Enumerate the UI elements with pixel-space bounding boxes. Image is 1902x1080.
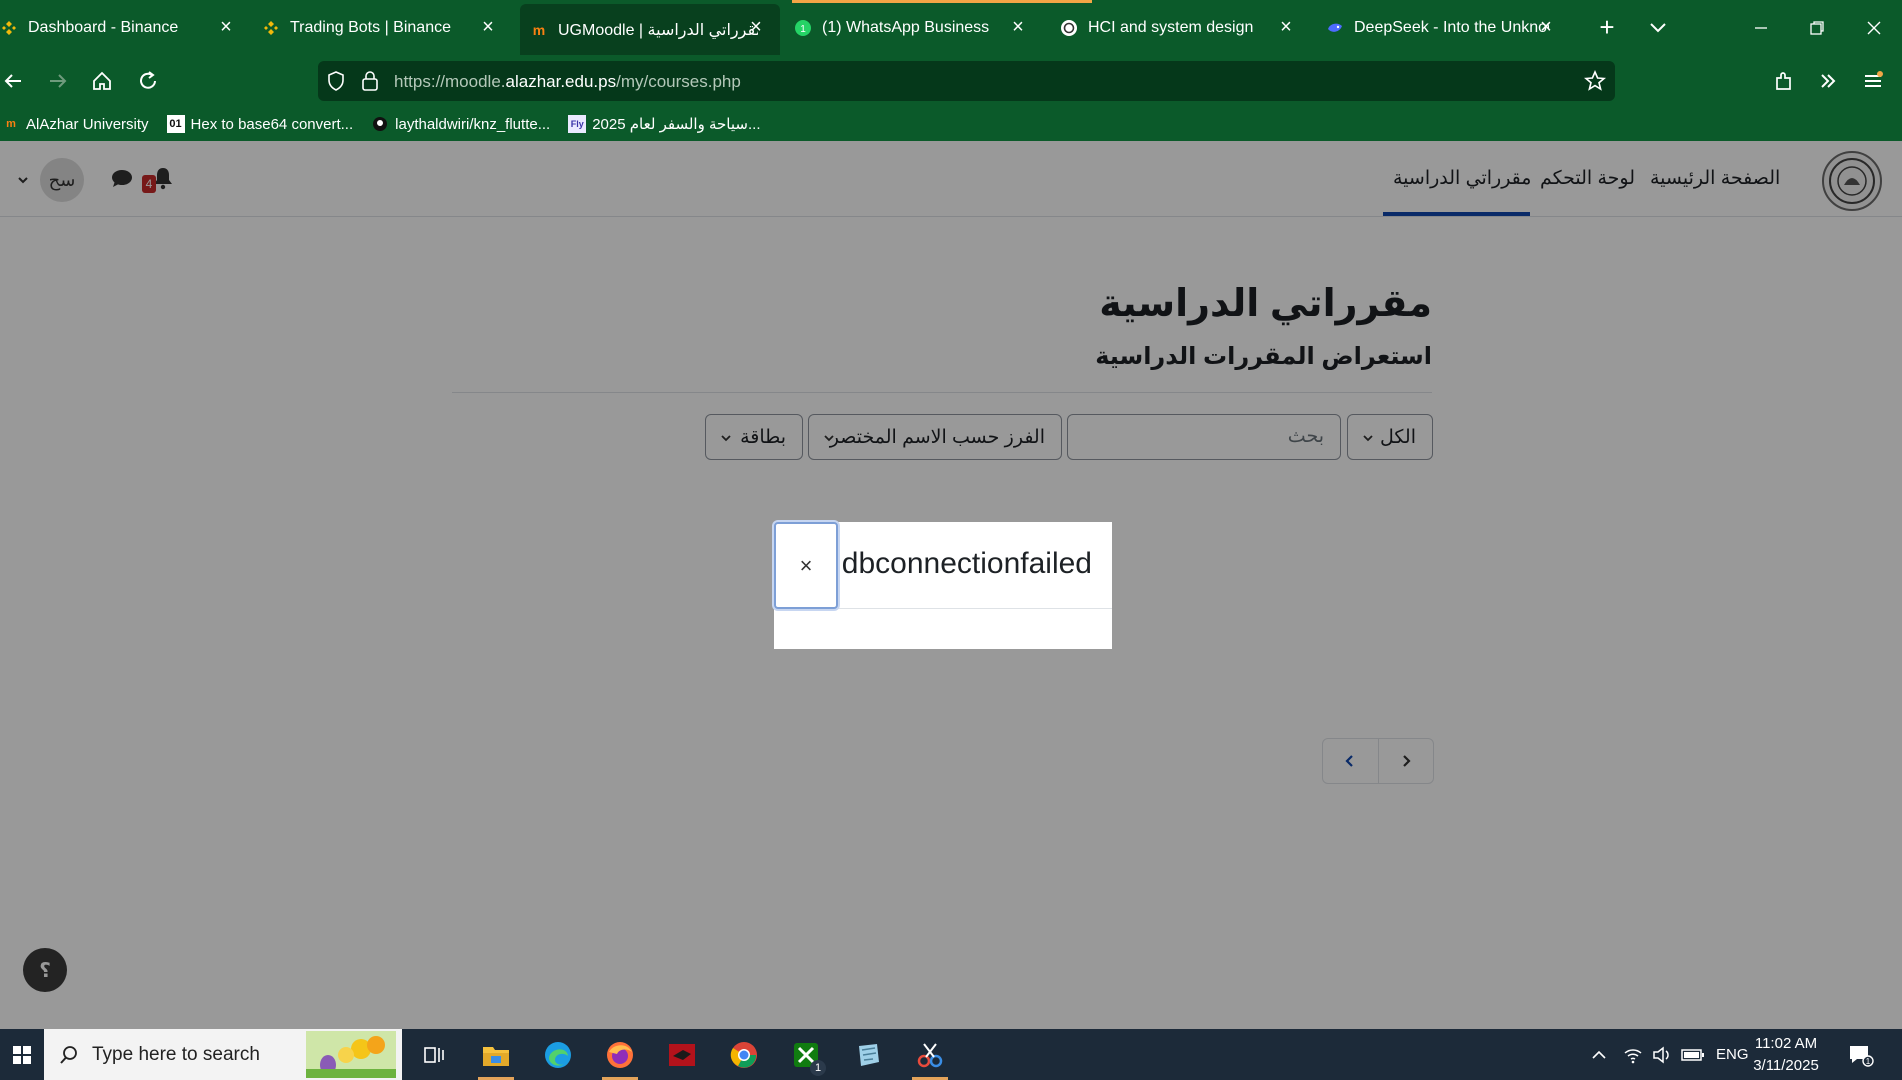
- battery-icon[interactable]: [1681, 1029, 1705, 1080]
- binance-icon: [0, 19, 18, 37]
- taskbar-search[interactable]: Type here to search: [44, 1029, 402, 1080]
- hex-icon: 01: [166, 115, 185, 133]
- tab-title: UGMoodle | مقرراتي الدراسية: [558, 21, 758, 39]
- modal-close-button[interactable]: ×: [774, 522, 838, 609]
- clock-date: 3/11/2025: [1753, 1057, 1819, 1074]
- url-prefix: https://moodle.: [394, 72, 506, 91]
- snipping-tool-icon[interactable]: [908, 1033, 952, 1080]
- menu-icon[interactable]: [1857, 65, 1889, 97]
- tab-hci-design[interactable]: HCI and system design ×: [1060, 0, 1310, 55]
- tab-moodle-courses[interactable]: m UGMoodle | مقرراتي الدراسية ×: [520, 4, 780, 55]
- bookmark-alazhar[interactable]: m AlAzhar University: [2, 115, 149, 133]
- clock[interactable]: 11:02 AM 3/11/2025: [1746, 1033, 1826, 1077]
- spring-flowers-icon: [306, 1031, 396, 1078]
- tab-whatsapp[interactable]: 1 (1) WhatsApp Business ×: [792, 0, 1042, 55]
- back-arrow-icon[interactable]: [0, 65, 29, 97]
- close-icon[interactable]: ×: [746, 17, 766, 37]
- tab-title: DeepSeek - Into the Unknown: [1354, 18, 1549, 36]
- bookmark-label: laythaldwiri/knz_flutte...: [395, 115, 551, 133]
- moodle-page: الصفحة الرئيسية لوحة التحكم مقرراتي الدر…: [0, 141, 1902, 1029]
- close-icon[interactable]: ×: [1008, 17, 1028, 37]
- bookmark-hex-to-base64[interactable]: 01 Hex to base64 convert...: [166, 115, 354, 133]
- url-path: /my/courses.php: [616, 72, 741, 91]
- firefox-icon[interactable]: [598, 1033, 642, 1080]
- browser-nav-bar: https://moodle.alazhar.edu.ps/my/courses…: [0, 55, 1902, 107]
- tab-list-chevron-down-icon[interactable]: [1645, 14, 1671, 40]
- windows-taskbar: Type here to search 1 ENG 11:02 AM 3/11/…: [0, 1029, 1902, 1080]
- browser-tab-bar: Dashboard - Binance × Trading Bots | Bin…: [0, 0, 1902, 55]
- notification-center-icon[interactable]: 1: [1848, 1029, 1874, 1080]
- lock-icon[interactable]: [360, 70, 380, 92]
- tab-title: Dashboard - Binance: [28, 18, 179, 36]
- file-explorer-icon[interactable]: [474, 1033, 518, 1080]
- url-bar[interactable]: https://moodle.alazhar.edu.ps/my/courses…: [318, 61, 1615, 101]
- close-icon[interactable]: ×: [478, 17, 498, 37]
- reload-icon[interactable]: [132, 65, 164, 97]
- wifi-icon[interactable]: [1623, 1029, 1643, 1080]
- modal-title: dbconnectionfailed: [841, 547, 1092, 580]
- volume-icon[interactable]: [1652, 1029, 1672, 1080]
- search-icon: [58, 1044, 80, 1066]
- tab-deepseek[interactable]: DeepSeek - Into the Unknown ×: [1326, 0, 1576, 55]
- app-badge: 1: [810, 1060, 826, 1076]
- tray-chevron-up-icon[interactable]: [1590, 1029, 1608, 1080]
- home-icon[interactable]: [86, 65, 118, 97]
- bookmark-label: AlAzhar University: [26, 115, 149, 133]
- chatgpt-icon: [1060, 19, 1078, 37]
- fly-icon: Fly: [568, 115, 587, 133]
- modal-header: × dbconnectionfailed: [774, 522, 1112, 609]
- bookmark-travel-2025[interactable]: Fly 2025 سياحة والسفر لعام...: [568, 115, 761, 133]
- svg-text:1: 1: [800, 24, 806, 35]
- edge-icon[interactable]: [536, 1033, 580, 1077]
- notepad-icon[interactable]: [846, 1033, 890, 1077]
- tab-trading-bots[interactable]: Trading Bots | Binance ×: [262, 0, 512, 55]
- bookmarks-bar: m AlAzhar University 01 Hex to base64 co…: [0, 107, 1902, 141]
- window-close-icon[interactable]: [1846, 8, 1902, 48]
- github-icon: [371, 115, 389, 133]
- moodle-icon: m: [532, 21, 546, 38]
- moodle-icon: m: [6, 118, 16, 130]
- clock-time: 11:02 AM: [1754, 1035, 1818, 1052]
- tab-title: (1) WhatsApp Business: [822, 18, 990, 36]
- close-icon[interactable]: ×: [1536, 17, 1556, 37]
- deepseek-icon: [1326, 19, 1344, 37]
- star-icon[interactable]: [1583, 69, 1607, 93]
- bookmark-label: Hex to base64 convert...: [190, 115, 354, 133]
- tab-title: HCI and system design: [1088, 18, 1254, 36]
- url-domain: alazhar.edu.ps: [505, 72, 617, 91]
- forward-arrow-icon[interactable]: [42, 65, 74, 97]
- shield-icon[interactable]: [325, 70, 347, 92]
- url-text: https://moodle.alazhar.edu.ps/my/courses…: [394, 72, 741, 92]
- tab-title: Trading Bots | Binance: [290, 18, 451, 36]
- close-icon[interactable]: ×: [216, 17, 236, 37]
- svg-text:1: 1: [1866, 1057, 1871, 1066]
- language-indicator[interactable]: ENG: [1716, 1029, 1749, 1080]
- close-icon[interactable]: ×: [1276, 17, 1296, 37]
- minimize-icon[interactable]: [1733, 8, 1789, 48]
- binance-icon: [262, 19, 280, 37]
- xbox-icon[interactable]: 1: [784, 1033, 828, 1077]
- error-modal: × dbconnectionfailed: [774, 522, 1112, 649]
- restore-icon[interactable]: [1789, 8, 1845, 48]
- extensions-icon[interactable]: [1768, 65, 1800, 97]
- overflow-chevrons-icon[interactable]: [1812, 65, 1844, 97]
- taskbar-search-placeholder: Type here to search: [92, 1043, 260, 1065]
- whatsapp-icon: 1: [794, 19, 812, 37]
- chrome-icon[interactable]: [722, 1033, 766, 1077]
- tab-binance-dashboard[interactable]: Dashboard - Binance ×: [0, 0, 250, 55]
- task-view-icon[interactable]: [412, 1033, 456, 1077]
- bookmark-label: 2025 سياحة والسفر لعام...: [592, 116, 761, 133]
- red-app-icon[interactable]: [660, 1033, 704, 1077]
- new-tab-button[interactable]: +: [1594, 14, 1620, 40]
- bookmark-github-knz[interactable]: laythaldwiri/knz_flutte...: [371, 115, 550, 133]
- windows-start-icon[interactable]: [0, 1029, 44, 1080]
